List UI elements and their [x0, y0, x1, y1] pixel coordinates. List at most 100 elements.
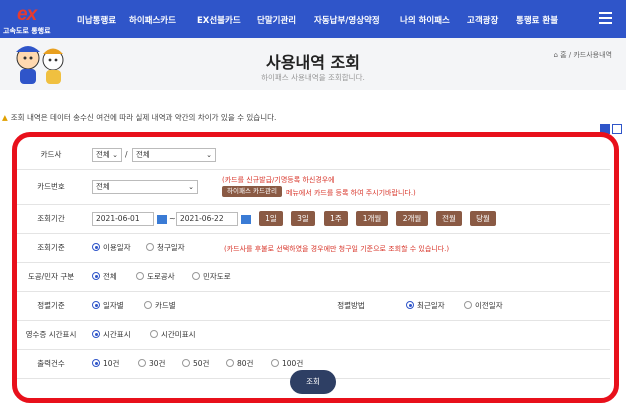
- nav-item-my-hipass[interactable]: 나의 하이패스: [400, 14, 450, 26]
- radio-selected-icon: [92, 301, 100, 309]
- radio-label: 100건: [282, 359, 304, 368]
- search-button[interactable]: 조회: [290, 370, 336, 394]
- card-number-label: 카드번호: [37, 182, 65, 191]
- period-button-2months[interactable]: 2개월: [396, 211, 428, 226]
- radio-road-expressway[interactable]: 도로공사: [136, 263, 175, 291]
- radio-icon: [271, 359, 279, 367]
- radio-label: 80건: [237, 359, 254, 368]
- radio-label: 청구일자: [157, 243, 185, 252]
- end-date-value: 2021-06-22: [180, 214, 224, 223]
- row-period: 조회기간 2021-06-01 ~ 2021-06-22 1일 3일 1주 1개…: [16, 205, 610, 234]
- period-button-last-month[interactable]: 전월: [436, 211, 462, 226]
- card-number-select[interactable]: 전체 ⌄: [92, 180, 198, 194]
- radio-sort-by-date[interactable]: 일자별: [92, 292, 124, 320]
- nav-item-customer-plaza[interactable]: 고객광장: [467, 14, 498, 26]
- row-card-company: 카드사 전체 ⌄ / 전체 ⌄: [16, 141, 610, 170]
- nav-item-hipass-card[interactable]: 하이패스카드: [129, 14, 176, 26]
- radio-count-10[interactable]: 10건: [92, 350, 119, 378]
- grid-view-icon[interactable]: [612, 124, 622, 134]
- chevron-down-icon: ⌄: [188, 183, 194, 191]
- hipass-card-management-button[interactable]: 하이패스 카드관리: [222, 186, 282, 197]
- period-button-this-month[interactable]: 당월: [470, 211, 496, 226]
- radio-count-30[interactable]: 30건: [138, 350, 165, 378]
- notice-text: 조회 내역은 데이터 송수신 여건에 따라 실제 내역과 약간의 차이가 있을 …: [10, 113, 277, 122]
- radio-label: 이용일자: [103, 243, 131, 252]
- period-button-1week[interactable]: 1주: [324, 211, 348, 226]
- radio-icon: [464, 301, 472, 309]
- radio-sort-by-card[interactable]: 카드별: [144, 292, 176, 320]
- top-navigation: ex 고속도로 통행료 미납통행료 하이패스카드 EX선불카드 단말기관리 자동…: [0, 0, 626, 38]
- nav-item-ex-prepaid-card[interactable]: EX선불카드: [197, 14, 241, 26]
- period-button-1day[interactable]: 1일: [259, 211, 283, 226]
- card-type-select[interactable]: 전체 ⌄: [132, 148, 216, 162]
- radio-icon: [150, 330, 158, 338]
- notice: ▲ 조회 내역은 데이터 송수신 여건에 따라 실제 내역과 약간의 차이가 있을…: [2, 112, 276, 123]
- radio-label: 민자도로: [203, 272, 231, 281]
- radio-selected-icon: [92, 330, 100, 338]
- radio-label: 시간미표시: [161, 330, 196, 339]
- logo-text: 고속도로 통행료: [3, 27, 51, 35]
- row-sort: 정렬기준 일자별 카드별 정렬방법 최근일자 이전일자: [16, 292, 610, 321]
- radio-label: 카드별: [155, 301, 176, 310]
- list-view-icon[interactable]: [600, 124, 610, 134]
- radio-icon: [182, 359, 190, 367]
- search-form: 카드사 전체 ⌄ / 전체 ⌄ 카드번호 전체 ⌄ (카드를 신규발급/기명등록 하신…: [16, 141, 610, 379]
- period-button-1month[interactable]: 1개월: [356, 211, 388, 226]
- page-subtitle: 하이패스 사용내역을 조회합니다.: [261, 73, 365, 82]
- output-count-label: 출력건수: [37, 359, 65, 368]
- receipt-time-label: 영수증 시간표시: [25, 330, 77, 339]
- radio-sort-oldest[interactable]: 이전일자: [464, 292, 503, 320]
- row-card-number: 카드번호 전체 ⌄ (카드를 신규발급/기명등록 하신경우에 하이패스 카드관리 …: [16, 170, 610, 205]
- road-type-label: 도공/민자 구분: [27, 272, 75, 281]
- radio-label: 시간표시: [103, 330, 131, 339]
- criteria-note: (카드사를 후불로 선택하였을 경우에만 청구일 기준으로 조회할 수 있습니다…: [224, 245, 450, 253]
- breadcrumb[interactable]: ⌂ 홈 / 카드사용내역: [553, 50, 612, 60]
- row-receipt-time: 영수증 시간표시 시간표시 시간미표시: [16, 321, 610, 350]
- radio-label: 이전일자: [475, 301, 503, 310]
- radio-show-time[interactable]: 시간표시: [92, 321, 131, 349]
- radio-count-80[interactable]: 80건: [226, 350, 253, 378]
- warning-icon: ▲: [2, 113, 8, 122]
- card-number-note-2: 메뉴에서 카드를 등록 하여 주시기바랍니다.): [286, 189, 416, 197]
- start-date-input[interactable]: 2021-06-01: [92, 212, 154, 226]
- sort-basis-label: 정렬기준: [37, 301, 65, 310]
- date-tilde: ~: [169, 214, 176, 223]
- radio-label: 전체: [103, 272, 117, 281]
- calendar-icon[interactable]: [157, 215, 167, 224]
- radio-selected-icon: [92, 243, 100, 251]
- radio-billing-date[interactable]: 청구일자: [146, 234, 185, 262]
- card-company-label: 카드사: [40, 150, 62, 159]
- nav-item-toll-refund[interactable]: 통행료 환불: [516, 14, 558, 26]
- row-road-type: 도공/민자 구분 전체 도로공사 민자도로: [16, 263, 610, 292]
- period-button-3days[interactable]: 3일: [291, 211, 315, 226]
- radio-selected-icon: [92, 359, 100, 367]
- radio-icon: [192, 272, 200, 280]
- sort-method-label: 정렬방법: [337, 301, 365, 310]
- radio-label: 50건: [193, 359, 210, 368]
- radio-road-all[interactable]: 전체: [92, 263, 117, 291]
- end-date-input[interactable]: 2021-06-22: [176, 212, 238, 226]
- radio-label: 일자별: [103, 301, 124, 310]
- radio-selected-icon: [92, 272, 100, 280]
- radio-icon: [138, 359, 146, 367]
- nav-item-unpaid-toll[interactable]: 미납통행료: [77, 14, 116, 26]
- radio-sort-newest[interactable]: 최근일자: [406, 292, 445, 320]
- radio-usage-date[interactable]: 이용일자: [92, 234, 131, 262]
- radio-icon: [226, 359, 234, 367]
- nav-item-auto-payment[interactable]: 자동납부/영상약정: [314, 14, 380, 26]
- radio-label: 10건: [103, 359, 120, 368]
- card-number-select-value: 전체: [96, 182, 110, 191]
- menu-icon[interactable]: [599, 12, 612, 24]
- page-title: 사용내역 조회: [266, 53, 360, 72]
- card-company-select[interactable]: 전체 ⌄: [92, 148, 122, 162]
- card-type-select-value: 전체: [136, 150, 150, 159]
- row-criteria: 조회기준 이용일자 청구일자 (카드사를 후불로 선택하였을 경우에만 청구일 …: [16, 234, 610, 263]
- radio-road-private[interactable]: 민자도로: [192, 263, 231, 291]
- nav-item-terminal-management[interactable]: 단말기관리: [257, 14, 296, 26]
- radio-hide-time[interactable]: 시간미표시: [150, 321, 196, 349]
- radio-count-50[interactable]: 50건: [182, 350, 209, 378]
- ex-logo[interactable]: ex 고속도로 통행료: [3, 4, 65, 36]
- radio-label: 최근일자: [417, 301, 445, 310]
- calendar-icon[interactable]: [241, 215, 251, 224]
- chevron-down-icon: ⌄: [206, 151, 212, 159]
